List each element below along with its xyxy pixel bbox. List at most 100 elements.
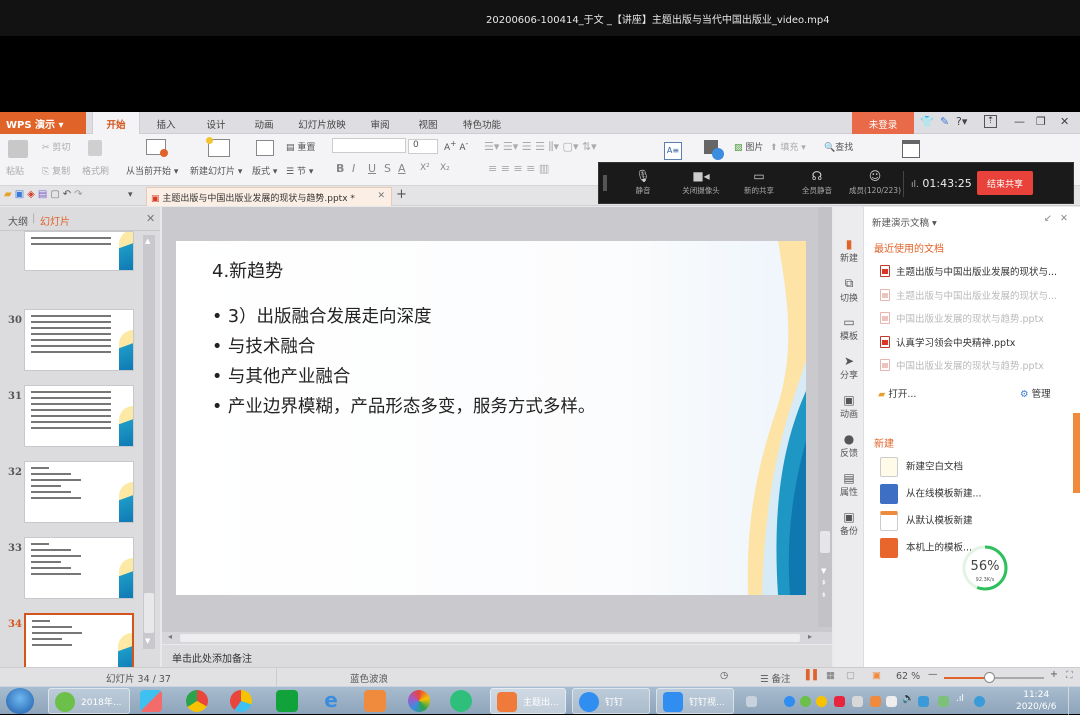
window-arrange-icon[interactable] bbox=[902, 140, 920, 158]
slide-bullet[interactable]: • 与其他产业融合 bbox=[212, 363, 350, 388]
slide-thumbnail[interactable] bbox=[24, 461, 134, 523]
section-button[interactable]: ☰ 节 ▾ bbox=[286, 164, 313, 177]
tab-insert[interactable]: 插入 bbox=[146, 112, 186, 134]
scroll-up-icon[interactable]: ▲ bbox=[145, 237, 150, 245]
bullet-list-icon[interactable]: ☰▾ ☰▾ ☰ ☰ ⫼▾ ▢▾ ⇅▾ bbox=[484, 140, 597, 154]
app-tiles-icon[interactable] bbox=[140, 690, 162, 712]
slide-bullet[interactable]: • 3）出版融合发展走向深度 bbox=[212, 303, 432, 328]
strikethrough-button[interactable]: S bbox=[384, 162, 391, 175]
shape-icon[interactable] bbox=[704, 140, 724, 160]
feedback-icon[interactable]: ✎ bbox=[940, 115, 949, 128]
vertical-scroll-thumb[interactable] bbox=[820, 531, 830, 553]
tray-icon-orange[interactable] bbox=[870, 696, 881, 707]
keyboard-tray-icon[interactable] bbox=[746, 696, 757, 707]
normal-view-icon[interactable]: ▌▌ bbox=[806, 670, 821, 681]
format-painter-icon[interactable] bbox=[88, 140, 102, 156]
local-templates-button[interactable]: 本机上的模板... bbox=[880, 538, 972, 558]
task-pane-nav-feedback[interactable]: ● 反馈 bbox=[834, 432, 864, 459]
notes-toggle-button[interactable]: ☰ 备注 bbox=[760, 671, 791, 685]
security-tray-icon[interactable] bbox=[918, 696, 929, 707]
photo-app-icon[interactable] bbox=[408, 690, 430, 712]
slide-title[interactable]: 4.新趋势 bbox=[212, 257, 283, 283]
fit-window-icon[interactable]: ⛶ bbox=[1066, 670, 1073, 681]
taskbar-item-wps[interactable]: 主题出... bbox=[490, 688, 566, 714]
tray-icon-check[interactable] bbox=[938, 696, 949, 707]
page-nav-icons[interactable]: ▼ ⇞ ⇟ bbox=[821, 565, 827, 601]
reading-view-icon[interactable]: ▢ bbox=[846, 670, 855, 681]
font-size-select[interactable]: 0 bbox=[408, 139, 438, 154]
slide-bullet[interactable]: • 与技术融合 bbox=[212, 333, 315, 358]
tab-outline[interactable]: 大纲 bbox=[8, 213, 28, 228]
slide-thumbnail[interactable] bbox=[24, 309, 134, 371]
cut-button[interactable]: ✂ 剪切 bbox=[42, 140, 70, 153]
task-pane-nav-backup[interactable]: ▣ 备份 bbox=[834, 510, 864, 537]
new-from-default-template-button[interactable]: 从默认模板新建 bbox=[880, 511, 973, 531]
taskbar-item-dingtalk[interactable]: 钉钉 bbox=[572, 688, 650, 714]
recent-doc-item[interactable]: 主题出版与中国出版业发展的现状与... bbox=[880, 264, 1057, 278]
new-blank-doc-button[interactable]: 新建空白文档 bbox=[880, 457, 963, 477]
skin-icon[interactable]: 👕 bbox=[920, 115, 934, 128]
show-desktop-button[interactable] bbox=[1068, 687, 1080, 715]
start-button[interactable] bbox=[6, 688, 34, 714]
paste-button[interactable]: 粘贴 bbox=[6, 164, 24, 177]
recent-doc-item[interactable]: 主题出版与中国出版业发展的现状与... bbox=[880, 288, 1057, 302]
minimize-icon[interactable]: — bbox=[1014, 115, 1025, 128]
scroll-left-icon[interactable]: ◂ bbox=[168, 632, 172, 641]
close-tab-icon[interactable]: ✕ bbox=[377, 191, 385, 201]
green-app-icon[interactable] bbox=[276, 690, 298, 712]
tab-slideshow[interactable]: 幻灯片放映 bbox=[292, 112, 352, 134]
underline-button[interactable]: U bbox=[368, 162, 376, 175]
pin-pane-icon[interactable]: ↙ bbox=[1044, 213, 1052, 224]
drag-handle[interactable] bbox=[603, 175, 607, 191]
tray-icon-green[interactable] bbox=[800, 696, 811, 707]
collapse-ribbon-icon[interactable]: ⇡ bbox=[984, 115, 997, 128]
network-icon[interactable]: .ıl bbox=[956, 694, 964, 704]
system-clock[interactable]: 11:24 2020/6/6 bbox=[1016, 689, 1056, 713]
picture-button[interactable]: ▨ 图片 bbox=[734, 140, 763, 153]
subscript-button[interactable]: X₂ bbox=[440, 163, 450, 173]
task-pane-title[interactable]: 新建演示文稿 ▾ bbox=[872, 215, 937, 229]
chrome-icon[interactable] bbox=[186, 690, 208, 712]
recent-doc-item[interactable]: 认真学习领会中央精神.pptx bbox=[880, 335, 1015, 349]
globe-tray-icon[interactable] bbox=[974, 696, 985, 707]
taskbar-item-dingtalk-video[interactable]: 钉钉视... bbox=[656, 688, 734, 714]
dingtalk-tray-icon[interactable] bbox=[784, 696, 795, 707]
horizontal-scroll-thumb[interactable] bbox=[180, 634, 800, 642]
font-name-select[interactable] bbox=[332, 138, 406, 153]
recent-doc-item[interactable]: 中国出版业发展的现状与趋势.pptx bbox=[880, 311, 1044, 325]
power-tray-icon[interactable] bbox=[886, 696, 897, 707]
tab-home[interactable]: 开始 bbox=[92, 112, 140, 134]
superscript-button[interactable]: X² bbox=[420, 163, 430, 173]
reset-button[interactable]: ▤ 重置 bbox=[286, 140, 315, 153]
browser-icon[interactable] bbox=[230, 690, 252, 712]
task-pane-nav-new[interactable]: ▮ 新建 bbox=[834, 237, 864, 264]
pdf-app-icon[interactable] bbox=[364, 690, 386, 712]
history-icon[interactable]: ◷ bbox=[720, 670, 728, 681]
volume-icon[interactable]: 🔈 bbox=[902, 693, 914, 704]
ie-icon[interactable]: e bbox=[320, 690, 342, 712]
vertical-scrollbar[interactable]: ▼ ⇞ ⇟ bbox=[818, 207, 832, 627]
zoom-in-button[interactable]: + bbox=[1050, 669, 1058, 680]
share-control-camera[interactable]: ■◂ 关闭摄像头 bbox=[671, 163, 731, 196]
scroll-thumb[interactable] bbox=[144, 593, 154, 633]
slideshow-from-current-icon[interactable] bbox=[146, 139, 168, 157]
login-button[interactable]: 未登录 bbox=[852, 112, 914, 134]
quick-access-icons[interactable]: ▰▣◈▤▢↶↷ bbox=[4, 189, 86, 200]
tab-special-features[interactable]: 特色功能 bbox=[456, 112, 508, 134]
taskbar-item-browser[interactable]: 2018年... bbox=[48, 688, 130, 714]
open-button[interactable]: ▰ 打开... bbox=[878, 386, 916, 400]
video-player-icon[interactable] bbox=[450, 690, 472, 712]
close-window-icon[interactable]: ✕ bbox=[1060, 115, 1069, 128]
format-painter-button[interactable]: 格式刷 bbox=[82, 164, 109, 177]
task-pane-scroll-indicator[interactable] bbox=[1073, 413, 1080, 493]
recent-doc-item[interactable]: 中国出版业发展的现状与趋势.pptx bbox=[880, 358, 1044, 372]
fill-button[interactable]: ⬆ 填充 ▾ bbox=[770, 140, 806, 153]
bold-button[interactable]: B bbox=[336, 162, 344, 175]
close-pane-icon[interactable]: ✕ bbox=[146, 212, 155, 225]
new-slide-button[interactable]: 新建幻灯片 ▾ bbox=[190, 164, 242, 177]
tab-design[interactable]: 设计 bbox=[196, 112, 236, 134]
horizontal-scrollbar[interactable]: ◂ ▸ bbox=[162, 632, 832, 644]
slide-thumbnail[interactable] bbox=[24, 231, 134, 271]
restore-icon[interactable]: ❐ bbox=[1036, 115, 1046, 128]
tray-icon-red[interactable] bbox=[834, 696, 845, 707]
